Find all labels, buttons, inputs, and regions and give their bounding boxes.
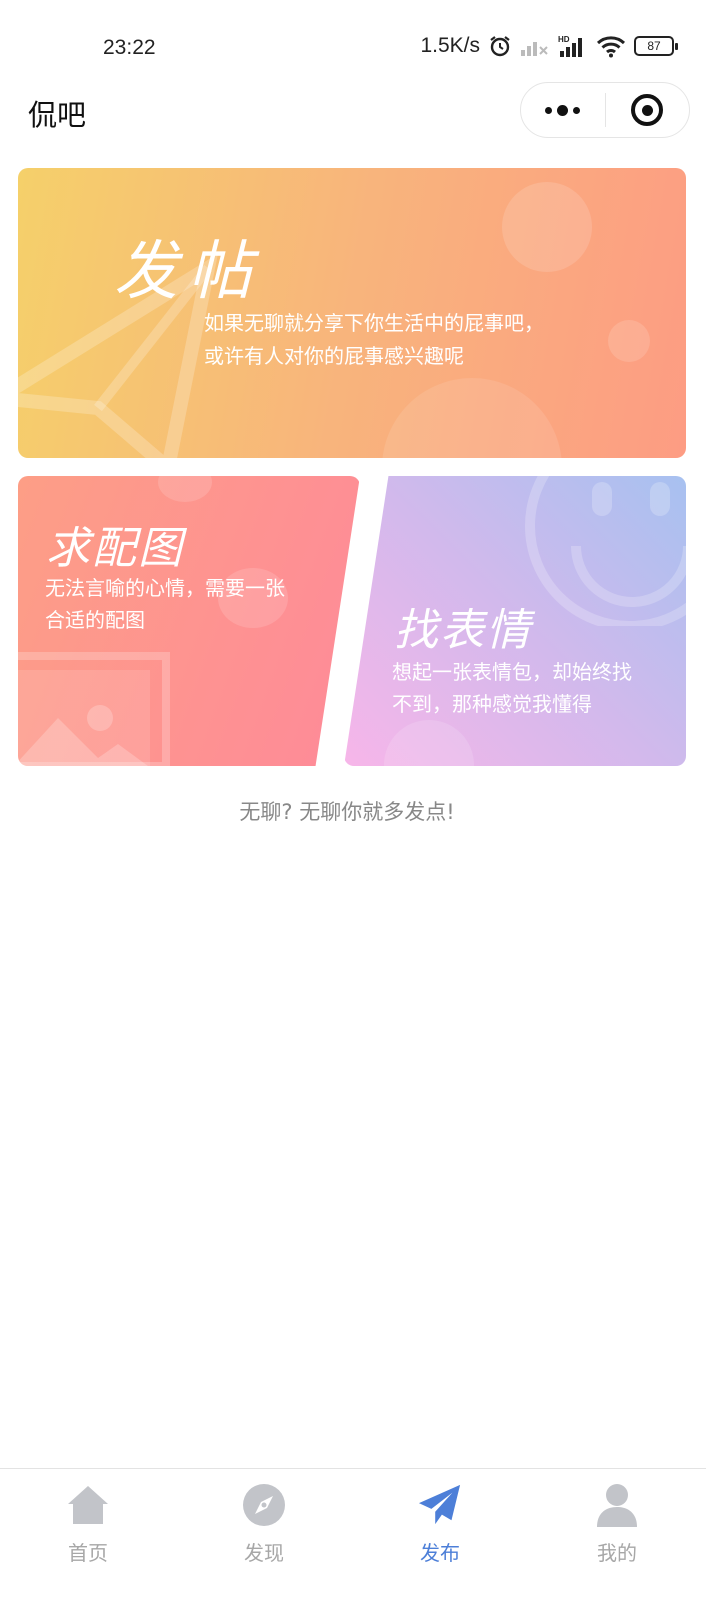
tab-home[interactable]: 首页: [28, 1483, 148, 1573]
tagline: 无聊? 无聊你就多发点!: [239, 800, 455, 824]
decor-bubble: [502, 182, 592, 272]
battery-icon: 87: [634, 36, 678, 56]
emoji-card-desc-line2: 不到，那种感觉我懂得: [392, 692, 592, 716]
smiley-decor-icon: [525, 476, 686, 626]
tab-label: 发布: [420, 1541, 460, 1565]
more-button[interactable]: [521, 82, 605, 138]
post-card-desc-line2: 或许有人对你的屁事感兴趣呢: [204, 344, 464, 368]
svg-text:HD: HD: [558, 35, 570, 44]
tab-label: 首页: [68, 1541, 108, 1565]
user-icon: [595, 1483, 639, 1527]
picture-decor-icon: [18, 652, 170, 766]
tab-mine[interactable]: 我的: [557, 1483, 677, 1573]
tab-label: 发现: [244, 1541, 284, 1565]
status-bar: 23:22 1.5K/s HD 87: [0, 0, 720, 80]
find-emoji-card[interactable]: 找表情 想起一张表情包，却始终找 不到，那种感觉我懂得: [344, 476, 686, 766]
status-time: 23:22: [103, 36, 156, 59]
tab-label: 我的: [597, 1541, 637, 1565]
tab-publish[interactable]: 发布: [380, 1483, 500, 1573]
image-card-desc-line1: 无法言喻的心情，需要一张: [45, 576, 285, 600]
decor-bubble: [384, 720, 474, 766]
post-card[interactable]: 发帖 如果无聊就分享下你生活中的屁事吧， 或许有人对你的屁事感兴趣呢: [18, 168, 686, 458]
image-card-title: 求配图: [46, 523, 184, 574]
signal-hd-icon: HD: [558, 35, 582, 57]
emoji-card-desc-line1: 想起一张表情包，却始终找: [392, 660, 632, 684]
image-request-card[interactable]: 求配图 无法言喻的心情，需要一张 合适的配图: [18, 476, 360, 766]
page-title: 侃吧: [28, 98, 87, 132]
decor-bubble: [382, 378, 562, 458]
signal-icon: [521, 42, 548, 56]
decor-bubble: [608, 320, 650, 362]
battery-level: 87: [647, 39, 661, 53]
post-card-desc-line1: 如果无聊就分享下你生活中的屁事吧，: [204, 311, 544, 335]
decor-bubble: [158, 476, 212, 502]
emoji-card-title: 找表情: [394, 605, 532, 656]
target-icon: [631, 94, 664, 126]
net-speed: 1.5K/s: [420, 34, 480, 57]
close-button[interactable]: [606, 82, 690, 138]
wifi-icon: [596, 36, 626, 58]
paper-plane-icon: [418, 1483, 462, 1527]
post-card-title: 发帖: [114, 235, 262, 309]
more-dots-icon: [545, 104, 581, 116]
home-icon: [66, 1483, 110, 1527]
alarm-icon: [490, 36, 510, 57]
mini-program-capsule: [520, 82, 690, 138]
tab-bar: 首页 发现 发布 我的: [0, 1468, 706, 1600]
image-card-desc-line2: 合适的配图: [45, 608, 145, 632]
compass-icon: [242, 1483, 286, 1527]
status-icons: 1.5K/s HD 87: [420, 34, 678, 58]
tab-discover[interactable]: 发现: [204, 1483, 324, 1573]
